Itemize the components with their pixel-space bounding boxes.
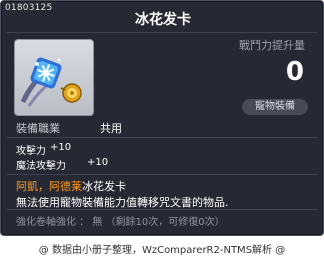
divider [7, 137, 317, 138]
power-increase-label: 戰鬥力提升量 [239, 39, 305, 52]
divider [7, 209, 317, 210]
item-icon-frame [14, 39, 94, 116]
footer-credit: @ 数据由小册子整理，WzComparerR2-NTMS解析 @ [38, 245, 286, 256]
stat-value: +10 [50, 142, 72, 153]
stat-row: 攻擊力 +10 [16, 142, 71, 157]
job-value: 共用 [100, 122, 122, 135]
header-divider [7, 32, 317, 33]
pet-equipment-badge: 寵物裝備 [242, 99, 308, 115]
power-increase-value: 0 [285, 57, 304, 87]
description-line-2: 無法使用寵物裝備能力值轉移咒文書的物品. [16, 196, 229, 209]
item-title: 冰花发卡 [135, 12, 191, 28]
description-line-1: 阿凱，阿德莱冰花发卡 [16, 178, 126, 194]
snowflake-hairpin-icon [20, 57, 82, 107]
stat-value: +10 [87, 157, 109, 168]
stat-row: 魔法攻擊力 +10 [16, 157, 108, 172]
stat-label: 魔法攻擊力 [16, 161, 66, 172]
job-label: 裝備職業 [16, 122, 60, 135]
pet-names: 阿凱，阿德莱 [16, 180, 82, 193]
enhancement-info: 強化卷軸強化 ： 無 （剩餘10次，可修復0次） [16, 217, 225, 228]
description-item-name: 冰花发卡 [82, 180, 126, 193]
divider [7, 174, 317, 175]
item-tooltip: 01803125 冰花发卡 戰鬥力提升量 0 寵物裝備 裝備職業 共用 攻擊力 … [0, 0, 324, 236]
stat-label: 攻擊力 [16, 146, 46, 157]
